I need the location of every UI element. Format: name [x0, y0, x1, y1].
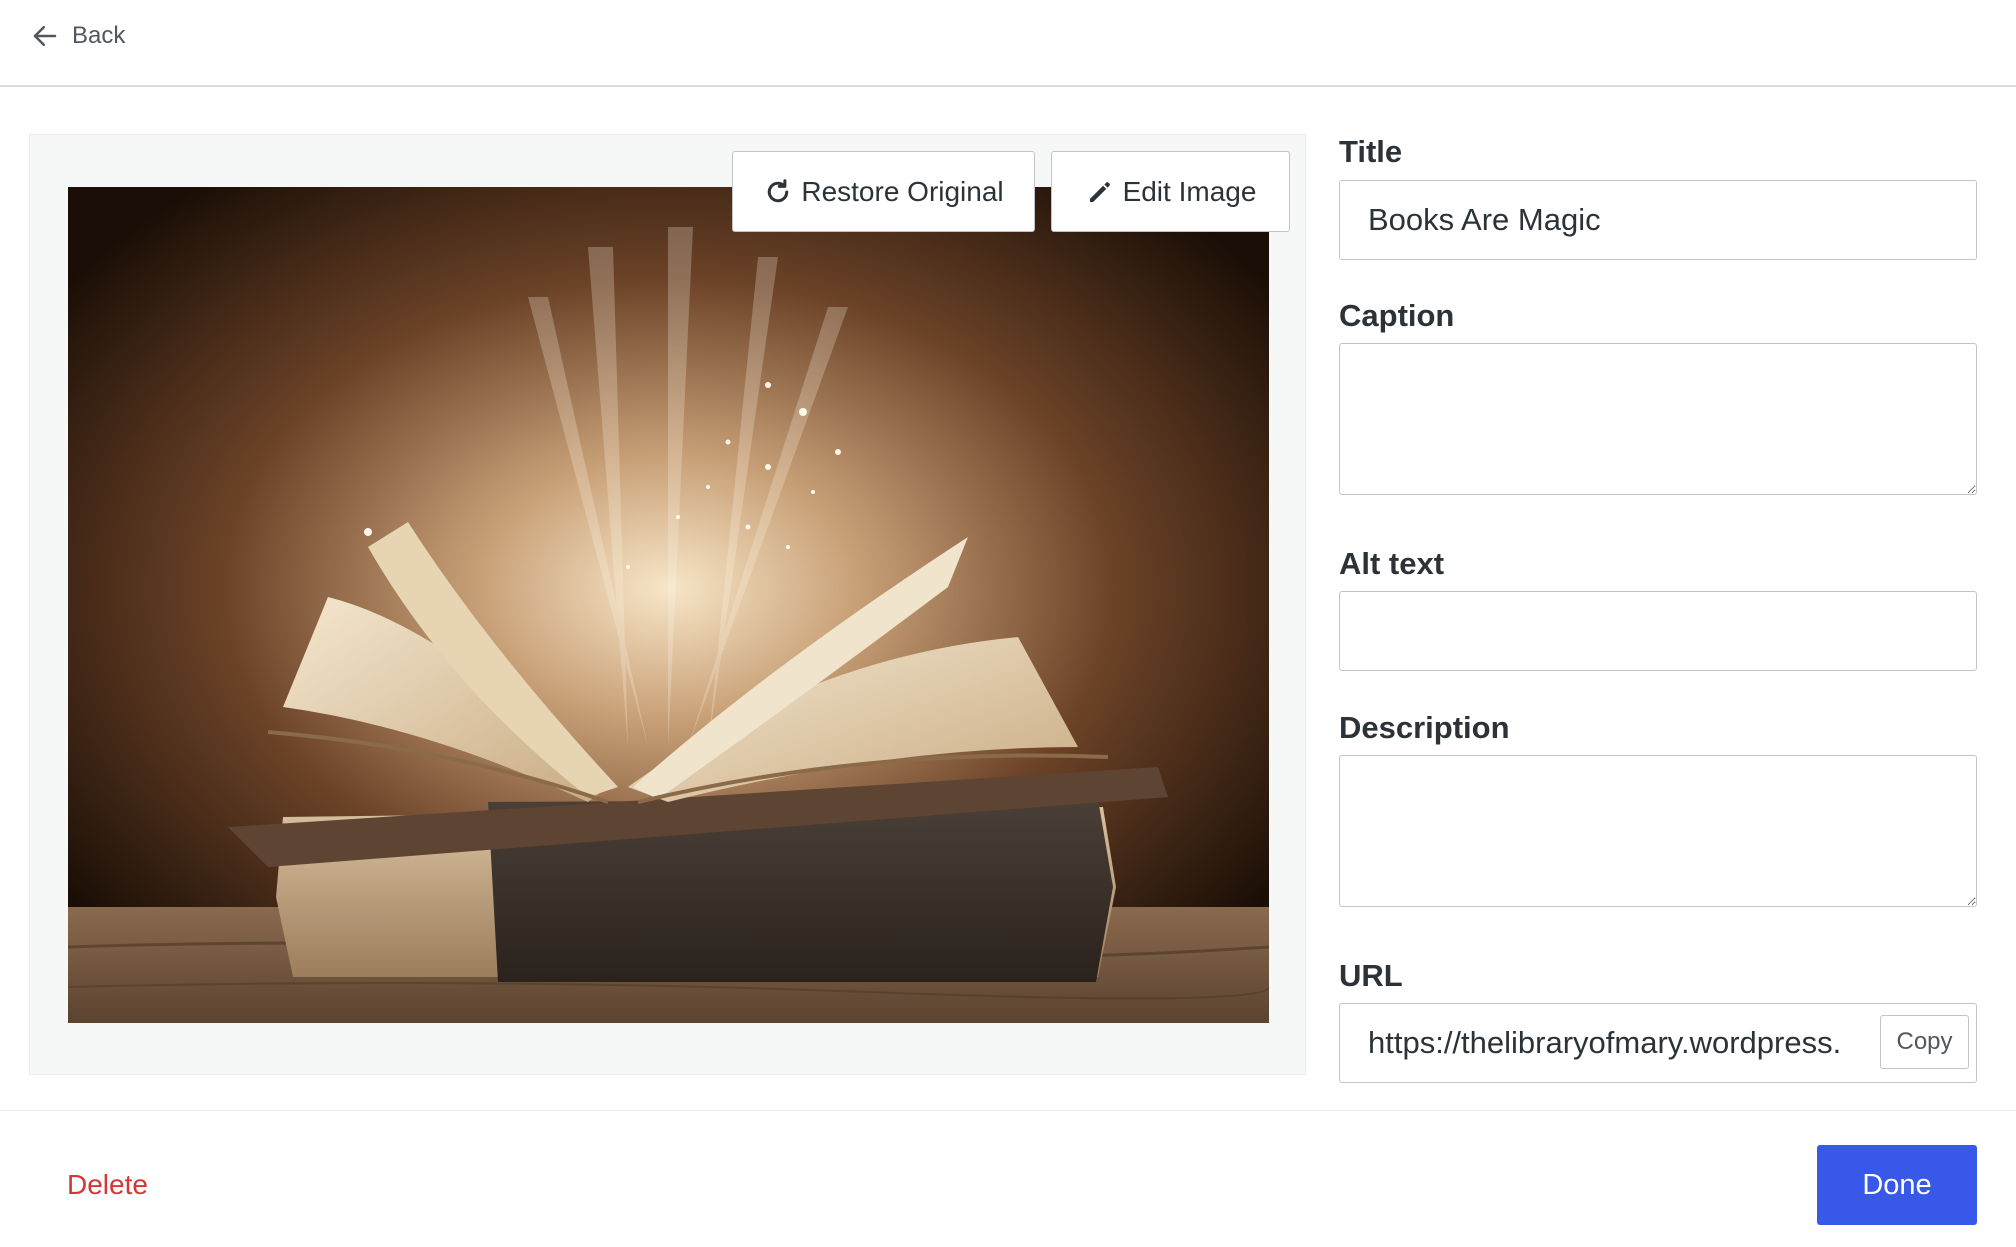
delete-button[interactable]: Delete: [67, 1169, 148, 1201]
restore-original-label: Restore Original: [801, 175, 1004, 207]
pencil-icon: [1089, 181, 1110, 202]
image-preview-panel: [29, 134, 1306, 1075]
caption-textarea[interactable]: [1339, 343, 1977, 495]
url-value[interactable]: https://thelibraryofmary.wordpress.: [1368, 1004, 1872, 1081]
caption-label: Caption: [1339, 298, 1455, 333]
title-label: Title: [1339, 134, 1403, 169]
back-button[interactable]: Back: [30, 18, 125, 54]
arrow-left-icon: [33, 26, 57, 46]
copy-url-button[interactable]: Copy: [1880, 1015, 1969, 1069]
book-image: [68, 187, 1269, 1023]
rotate-right-icon: [768, 178, 789, 202]
restore-original-button[interactable]: Restore Original: [732, 151, 1035, 232]
footer-bar: Delete Done: [0, 1110, 2016, 1247]
edit-image-label: Edit Image: [1122, 175, 1257, 207]
back-label: Back: [72, 22, 126, 49]
alt-text-input[interactable]: [1339, 591, 1977, 671]
url-field: https://thelibraryofmary.wordpress. Copy: [1339, 1003, 1977, 1083]
done-button[interactable]: Done: [1817, 1145, 1977, 1225]
title-input[interactable]: [1339, 180, 1977, 260]
alt-text-label: Alt text: [1339, 546, 1445, 581]
edit-image-button[interactable]: Edit Image: [1051, 151, 1290, 232]
top-bar: Back: [0, 0, 2016, 87]
url-label: URL: [1339, 958, 1403, 993]
description-label: Description: [1339, 710, 1510, 745]
description-textarea[interactable]: [1339, 755, 1977, 907]
